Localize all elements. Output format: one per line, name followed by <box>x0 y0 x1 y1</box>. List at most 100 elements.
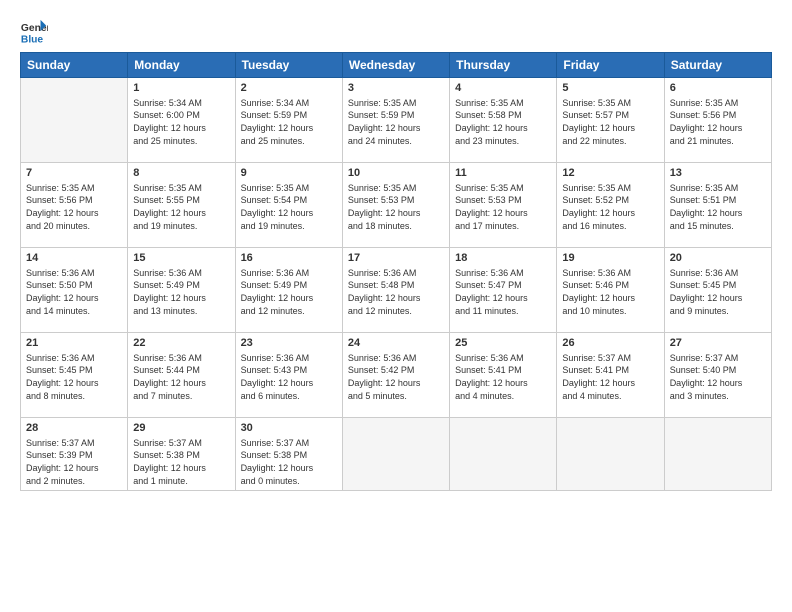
calendar-day-cell: 16Sunrise: 5:36 AM Sunset: 5:49 PM Dayli… <box>235 248 342 333</box>
day-info: Sunrise: 5:36 AM Sunset: 5:49 PM Dayligh… <box>241 267 337 317</box>
calendar-header-day: Sunday <box>21 53 128 78</box>
day-info: Sunrise: 5:37 AM Sunset: 5:38 PM Dayligh… <box>241 437 337 487</box>
calendar-day-cell: 24Sunrise: 5:36 AM Sunset: 5:42 PM Dayli… <box>342 333 449 418</box>
page: General Blue SundayMondayTuesdayWednesda… <box>0 0 792 612</box>
day-number: 12 <box>562 166 658 181</box>
day-info: Sunrise: 5:35 AM Sunset: 5:56 PM Dayligh… <box>26 182 122 232</box>
calendar-header-day: Saturday <box>664 53 771 78</box>
calendar-day-cell: 27Sunrise: 5:37 AM Sunset: 5:40 PM Dayli… <box>664 333 771 418</box>
day-info: Sunrise: 5:35 AM Sunset: 5:51 PM Dayligh… <box>670 182 766 232</box>
day-number: 13 <box>670 166 766 181</box>
calendar-day-cell: 19Sunrise: 5:36 AM Sunset: 5:46 PM Dayli… <box>557 248 664 333</box>
day-number: 7 <box>26 166 122 181</box>
calendar-day-cell: 20Sunrise: 5:36 AM Sunset: 5:45 PM Dayli… <box>664 248 771 333</box>
day-number: 5 <box>562 81 658 96</box>
calendar-table: SundayMondayTuesdayWednesdayThursdayFrid… <box>20 52 772 491</box>
calendar-day-cell: 30Sunrise: 5:37 AM Sunset: 5:38 PM Dayli… <box>235 418 342 491</box>
day-info: Sunrise: 5:37 AM Sunset: 5:40 PM Dayligh… <box>670 352 766 402</box>
day-info: Sunrise: 5:35 AM Sunset: 5:56 PM Dayligh… <box>670 97 766 147</box>
calendar-day-cell: 8Sunrise: 5:35 AM Sunset: 5:55 PM Daylig… <box>128 163 235 248</box>
calendar-week-row: 28Sunrise: 5:37 AM Sunset: 5:39 PM Dayli… <box>21 418 772 491</box>
day-number: 22 <box>133 336 229 351</box>
day-number: 25 <box>455 336 551 351</box>
calendar-day-cell: 28Sunrise: 5:37 AM Sunset: 5:39 PM Dayli… <box>21 418 128 491</box>
calendar-day-cell: 17Sunrise: 5:36 AM Sunset: 5:48 PM Dayli… <box>342 248 449 333</box>
calendar-header-day: Monday <box>128 53 235 78</box>
day-number: 21 <box>26 336 122 351</box>
calendar-week-row: 1Sunrise: 5:34 AM Sunset: 6:00 PM Daylig… <box>21 78 772 163</box>
calendar-day-cell: 21Sunrise: 5:36 AM Sunset: 5:45 PM Dayli… <box>21 333 128 418</box>
day-number: 17 <box>348 251 444 266</box>
day-number: 23 <box>241 336 337 351</box>
day-info: Sunrise: 5:35 AM Sunset: 5:55 PM Dayligh… <box>133 182 229 232</box>
day-number: 2 <box>241 81 337 96</box>
day-info: Sunrise: 5:35 AM Sunset: 5:53 PM Dayligh… <box>455 182 551 232</box>
day-number: 24 <box>348 336 444 351</box>
calendar-day-cell: 2Sunrise: 5:34 AM Sunset: 5:59 PM Daylig… <box>235 78 342 163</box>
calendar-day-cell: 11Sunrise: 5:35 AM Sunset: 5:53 PM Dayli… <box>450 163 557 248</box>
day-info: Sunrise: 5:36 AM Sunset: 5:45 PM Dayligh… <box>26 352 122 402</box>
svg-text:Blue: Blue <box>21 34 44 45</box>
calendar-week-row: 7Sunrise: 5:35 AM Sunset: 5:56 PM Daylig… <box>21 163 772 248</box>
calendar-day-cell: 4Sunrise: 5:35 AM Sunset: 5:58 PM Daylig… <box>450 78 557 163</box>
calendar-day-cell: 23Sunrise: 5:36 AM Sunset: 5:43 PM Dayli… <box>235 333 342 418</box>
calendar-day-cell: 5Sunrise: 5:35 AM Sunset: 5:57 PM Daylig… <box>557 78 664 163</box>
calendar-header-day: Thursday <box>450 53 557 78</box>
calendar-day-cell: 14Sunrise: 5:36 AM Sunset: 5:50 PM Dayli… <box>21 248 128 333</box>
day-info: Sunrise: 5:35 AM Sunset: 5:53 PM Dayligh… <box>348 182 444 232</box>
day-number: 6 <box>670 81 766 96</box>
calendar-header-day: Friday <box>557 53 664 78</box>
day-number: 11 <box>455 166 551 181</box>
day-info: Sunrise: 5:35 AM Sunset: 5:54 PM Dayligh… <box>241 182 337 232</box>
calendar-day-cell: 7Sunrise: 5:35 AM Sunset: 5:56 PM Daylig… <box>21 163 128 248</box>
day-info: Sunrise: 5:34 AM Sunset: 5:59 PM Dayligh… <box>241 97 337 147</box>
calendar-day-cell: 26Sunrise: 5:37 AM Sunset: 5:41 PM Dayli… <box>557 333 664 418</box>
day-number: 29 <box>133 421 229 436</box>
calendar-day-cell: 15Sunrise: 5:36 AM Sunset: 5:49 PM Dayli… <box>128 248 235 333</box>
day-number: 20 <box>670 251 766 266</box>
day-number: 30 <box>241 421 337 436</box>
day-number: 10 <box>348 166 444 181</box>
day-number: 15 <box>133 251 229 266</box>
day-number: 14 <box>26 251 122 266</box>
calendar-week-row: 21Sunrise: 5:36 AM Sunset: 5:45 PM Dayli… <box>21 333 772 418</box>
calendar-day-cell: 13Sunrise: 5:35 AM Sunset: 5:51 PM Dayli… <box>664 163 771 248</box>
day-info: Sunrise: 5:37 AM Sunset: 5:41 PM Dayligh… <box>562 352 658 402</box>
calendar-body: 1Sunrise: 5:34 AM Sunset: 6:00 PM Daylig… <box>21 78 772 491</box>
day-number: 28 <box>26 421 122 436</box>
day-number: 9 <box>241 166 337 181</box>
day-info: Sunrise: 5:36 AM Sunset: 5:47 PM Dayligh… <box>455 267 551 317</box>
day-info: Sunrise: 5:36 AM Sunset: 5:44 PM Dayligh… <box>133 352 229 402</box>
day-info: Sunrise: 5:36 AM Sunset: 5:43 PM Dayligh… <box>241 352 337 402</box>
day-info: Sunrise: 5:37 AM Sunset: 5:39 PM Dayligh… <box>26 437 122 487</box>
day-info: Sunrise: 5:36 AM Sunset: 5:46 PM Dayligh… <box>562 267 658 317</box>
day-number: 27 <box>670 336 766 351</box>
day-number: 4 <box>455 81 551 96</box>
day-info: Sunrise: 5:35 AM Sunset: 5:57 PM Dayligh… <box>562 97 658 147</box>
day-info: Sunrise: 5:35 AM Sunset: 5:59 PM Dayligh… <box>348 97 444 147</box>
day-info: Sunrise: 5:36 AM Sunset: 5:50 PM Dayligh… <box>26 267 122 317</box>
calendar-day-cell: 1Sunrise: 5:34 AM Sunset: 6:00 PM Daylig… <box>128 78 235 163</box>
day-info: Sunrise: 5:36 AM Sunset: 5:45 PM Dayligh… <box>670 267 766 317</box>
calendar-header-row: SundayMondayTuesdayWednesdayThursdayFrid… <box>21 53 772 78</box>
day-info: Sunrise: 5:34 AM Sunset: 6:00 PM Dayligh… <box>133 97 229 147</box>
calendar-day-cell: 9Sunrise: 5:35 AM Sunset: 5:54 PM Daylig… <box>235 163 342 248</box>
calendar-day-cell: 25Sunrise: 5:36 AM Sunset: 5:41 PM Dayli… <box>450 333 557 418</box>
day-info: Sunrise: 5:36 AM Sunset: 5:42 PM Dayligh… <box>348 352 444 402</box>
day-number: 1 <box>133 81 229 96</box>
calendar-day-cell: 3Sunrise: 5:35 AM Sunset: 5:59 PM Daylig… <box>342 78 449 163</box>
logo: General Blue <box>20 18 48 46</box>
calendar-day-cell: 29Sunrise: 5:37 AM Sunset: 5:38 PM Dayli… <box>128 418 235 491</box>
day-info: Sunrise: 5:37 AM Sunset: 5:38 PM Dayligh… <box>133 437 229 487</box>
day-info: Sunrise: 5:35 AM Sunset: 5:52 PM Dayligh… <box>562 182 658 232</box>
calendar-day-cell: 12Sunrise: 5:35 AM Sunset: 5:52 PM Dayli… <box>557 163 664 248</box>
day-number: 8 <box>133 166 229 181</box>
calendar-day-cell: 6Sunrise: 5:35 AM Sunset: 5:56 PM Daylig… <box>664 78 771 163</box>
day-number: 19 <box>562 251 658 266</box>
calendar-week-row: 14Sunrise: 5:36 AM Sunset: 5:50 PM Dayli… <box>21 248 772 333</box>
logo-icon: General Blue <box>20 18 48 46</box>
calendar-day-cell: 18Sunrise: 5:36 AM Sunset: 5:47 PM Dayli… <box>450 248 557 333</box>
day-info: Sunrise: 5:36 AM Sunset: 5:41 PM Dayligh… <box>455 352 551 402</box>
day-number: 26 <box>562 336 658 351</box>
calendar-day-cell: 22Sunrise: 5:36 AM Sunset: 5:44 PM Dayli… <box>128 333 235 418</box>
